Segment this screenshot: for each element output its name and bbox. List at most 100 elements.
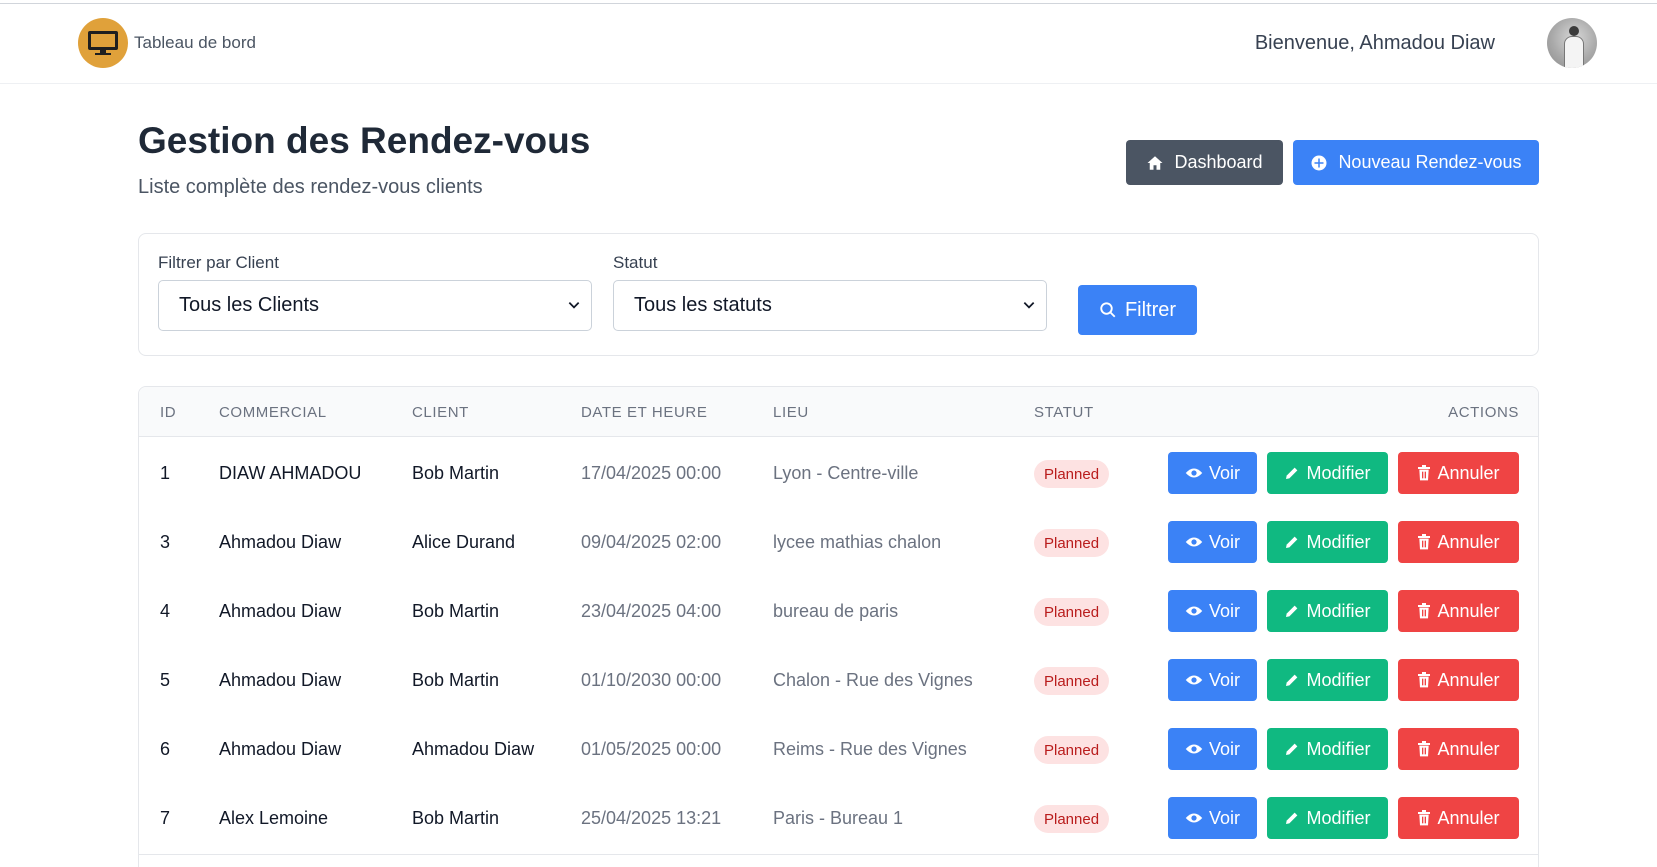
dashboard-button-label: Dashboard [1174, 152, 1263, 172]
cell-client: Bob Martin [412, 601, 500, 621]
th-client: CLIENT [412, 404, 469, 421]
cell-date: 01/05/2025 00:00 [581, 739, 722, 759]
navbar: Tableau de bord Bienvenue, Ahmadou Diaw [0, 4, 1657, 84]
cell-id: 5 [160, 670, 171, 690]
page-subtitle: Liste complète des rendez-vous clients [138, 176, 483, 198]
cell-date: 17/04/2025 00:00 [581, 463, 722, 483]
cancel-button[interactable]: Annuler [1398, 452, 1519, 494]
cell-client: Ahmadou Diaw [412, 739, 535, 759]
cell-lieu: Paris - Bureau 1 [773, 808, 904, 828]
edit-button-label: Modifier [1306, 531, 1371, 552]
th-commercial: COMMERCIAL [219, 404, 327, 421]
cancel-button[interactable]: Annuler [1398, 659, 1519, 701]
cancel-button-label: Annuler [1437, 600, 1500, 621]
filter-button-label: Filtrer [1124, 298, 1177, 321]
table-row: 5 Ahmadou Diaw Bob Martin 01/10/2030 00:… [139, 644, 1538, 717]
status-badge: Planned [1034, 598, 1110, 626]
cancel-button[interactable]: Annuler [1398, 521, 1519, 563]
trash-icon [1418, 810, 1431, 826]
edit-button[interactable]: Modifier [1267, 590, 1388, 632]
edit-button-label: Modifier [1306, 600, 1371, 621]
cell-date: 01/10/2030 00:00 [581, 670, 722, 690]
cell-lieu: lycee mathias chalon [773, 532, 942, 552]
eye-icon [1185, 675, 1203, 685]
cell-id: 6 [160, 739, 171, 759]
page-title: Gestion des Rendez-vous [138, 120, 591, 161]
cancel-button[interactable]: Annuler [1398, 590, 1519, 632]
client-filter-value: Tous les Clients [179, 294, 320, 316]
status-badge: Planned [1034, 736, 1110, 764]
cell-commercial: Ahmadou Diaw [219, 601, 342, 621]
cell-commercial: Ahmadou Diaw [219, 670, 342, 690]
view-button-label: Voir [1208, 669, 1241, 690]
status-filter-value: Tous les statuts [634, 294, 772, 316]
search-icon [1100, 302, 1116, 318]
cell-id: 1 [160, 463, 171, 483]
eye-icon [1185, 468, 1203, 478]
table-row: 3 Ahmadou Diaw Alice Durand 09/04/2025 0… [139, 506, 1538, 579]
view-button[interactable]: Voir [1168, 659, 1257, 701]
cancel-button-label: Annuler [1437, 531, 1500, 552]
edit-button[interactable]: Modifier [1267, 797, 1388, 839]
cell-client: Alice Durand [412, 532, 516, 552]
appointments-table: ID COMMERCIAL CLIENT DATE ET HEURE LIEU … [138, 386, 1539, 867]
brand-link[interactable]: Tableau de bord [78, 18, 256, 68]
table-row: 7 Alex Lemoine Bob Martin 25/04/2025 13:… [139, 782, 1538, 855]
user-avatar[interactable] [1547, 18, 1597, 68]
th-actions: ACTIONS [1448, 404, 1519, 421]
cancel-button[interactable]: Annuler [1398, 797, 1519, 839]
edit-button[interactable]: Modifier [1267, 659, 1388, 701]
status-filter-label: Statut [613, 253, 658, 272]
edit-button-label: Modifier [1306, 669, 1371, 690]
pencil-icon [1286, 743, 1298, 755]
pencil-icon [1286, 674, 1298, 686]
new-appointment-button[interactable]: Nouveau Rendez-vous [1293, 140, 1539, 185]
trash-icon [1418, 603, 1431, 619]
filter-button[interactable]: Filtrer [1078, 285, 1197, 335]
eye-icon [1185, 744, 1203, 754]
view-button[interactable]: Voir [1168, 797, 1257, 839]
cell-lieu: bureau de paris [773, 601, 899, 621]
cancel-button-label: Annuler [1437, 669, 1500, 690]
cancel-button[interactable]: Annuler [1398, 728, 1519, 770]
edit-button[interactable]: Modifier [1267, 521, 1388, 563]
chevron-down-icon [568, 302, 580, 309]
view-button[interactable]: Voir [1168, 521, 1257, 563]
edit-button[interactable]: Modifier [1267, 452, 1388, 494]
pencil-icon [1286, 536, 1298, 548]
dashboard-button[interactable]: Dashboard [1126, 140, 1283, 185]
cell-date: 25/04/2025 13:21 [581, 808, 722, 828]
cancel-button-label: Annuler [1437, 462, 1500, 483]
client-filter-label: Filtrer par Client [158, 253, 279, 272]
status-badge: Planned [1034, 460, 1110, 488]
brand-text: Tableau de bord [134, 33, 256, 52]
client-filter-select[interactable]: Tous les Clients [158, 280, 592, 331]
cell-date: 23/04/2025 04:00 [581, 601, 722, 621]
view-button[interactable]: Voir [1168, 728, 1257, 770]
table-row: 6 Ahmadou Diaw Ahmadou Diaw 01/05/2025 0… [139, 713, 1538, 786]
trash-icon [1418, 465, 1431, 481]
eye-icon [1185, 537, 1203, 547]
view-button[interactable]: Voir [1168, 590, 1257, 632]
cell-id: 4 [160, 601, 171, 621]
edit-button[interactable]: Modifier [1267, 728, 1388, 770]
plus-circle-icon [1311, 155, 1327, 170]
cell-lieu: Lyon - Centre-ville [773, 463, 919, 483]
pencil-icon [1286, 812, 1298, 824]
cell-commercial: Ahmadou Diaw [219, 532, 342, 552]
view-button[interactable]: Voir [1168, 452, 1257, 494]
cell-client: Bob Martin [412, 808, 500, 828]
status-badge: Planned [1034, 667, 1110, 695]
cell-client: Bob Martin [412, 463, 500, 483]
eye-icon [1185, 813, 1203, 823]
trash-icon [1418, 534, 1431, 550]
cancel-button-label: Annuler [1437, 738, 1500, 759]
cell-client: Bob Martin [412, 670, 500, 690]
status-filter-select[interactable]: Tous les statuts [613, 280, 1047, 331]
th-date: DATE ET HEURE [581, 404, 708, 421]
status-badge: Planned [1034, 529, 1110, 557]
pencil-icon [1286, 605, 1298, 617]
trash-icon [1418, 741, 1431, 757]
home-icon [1147, 155, 1163, 170]
edit-button-label: Modifier [1306, 738, 1371, 759]
